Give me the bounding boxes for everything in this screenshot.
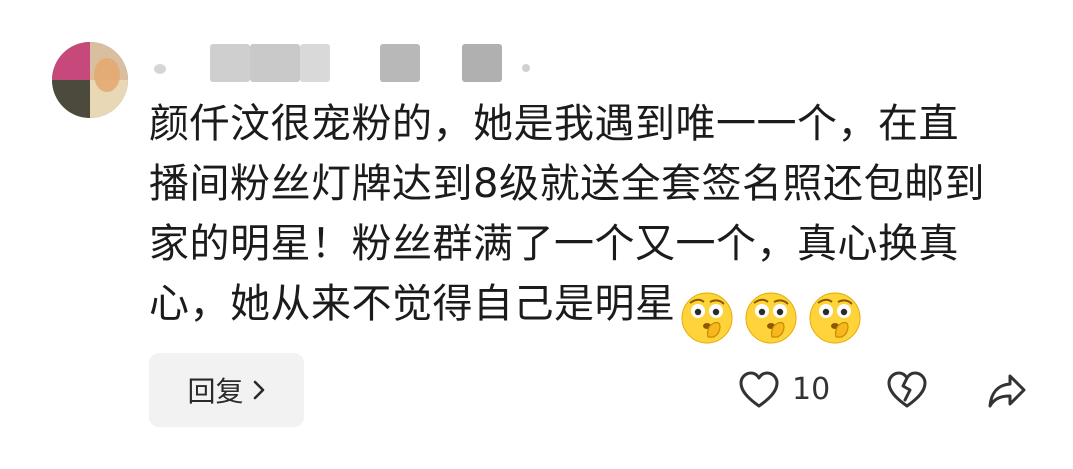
comment-line: 心，她从来不觉得自己是明星 (149, 281, 676, 327)
like-count: 10 (792, 372, 831, 407)
comment-line: 颜仟汶很宠粉的，她是我遇到唯一一个，在直 (149, 101, 959, 147)
emoji-group (680, 286, 872, 346)
comment-line: 家的明星！粉丝群满了一个又一个，真心换真 (149, 221, 959, 267)
avatar[interactable] (52, 42, 128, 118)
comment-line: 播间粉丝灯牌达到8级就送全套签名照还包邮到 (149, 161, 985, 207)
reply-button[interactable]: 回复 (149, 353, 304, 427)
comment-text: 颜仟汶很宠粉的，她是我遇到唯一一个，在直 播间粉丝灯牌达到8级就送全套签名照还包… (149, 94, 1029, 346)
username-redacted[interactable] (150, 40, 540, 86)
thinking-face-emoji (809, 292, 860, 344)
broken-heart-icon[interactable] (886, 368, 928, 414)
chevron-right-icon (253, 380, 264, 400)
thinking-face-emoji (745, 292, 796, 344)
heart-icon[interactable] (738, 368, 780, 414)
share-arrow-icon[interactable] (986, 368, 1028, 414)
reply-label: 回复 (187, 375, 244, 408)
thinking-face-emoji (681, 292, 732, 344)
